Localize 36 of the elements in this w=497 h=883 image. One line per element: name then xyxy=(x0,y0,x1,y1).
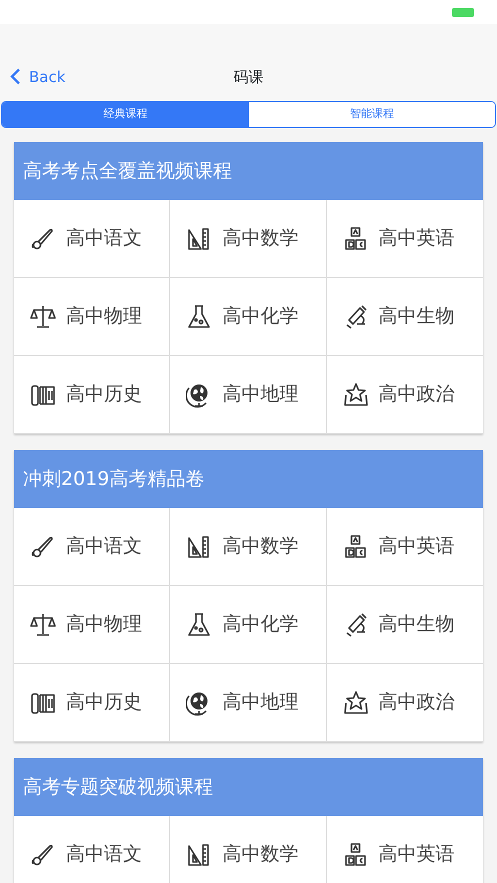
subject-tile[interactable]: 高中生物 xyxy=(326,586,483,664)
section-header: 高考专题突破视频课程 xyxy=(14,758,483,816)
star-icon xyxy=(342,690,369,716)
back-button[interactable]: Back xyxy=(10,66,66,88)
subject-tile[interactable]: 高中历史 xyxy=(14,664,170,742)
subject-tile[interactable]: 高中政治 xyxy=(326,356,483,434)
subject-tile[interactable]: 高中语文 xyxy=(14,200,170,278)
letter-blocks-icon xyxy=(342,534,369,560)
subject-tile[interactable]: 高中化学 xyxy=(170,586,327,664)
subject-tile[interactable]: 高中物理 xyxy=(14,586,170,664)
subject-tile[interactable]: 高中数学 xyxy=(170,508,327,586)
section-header: 高考考点全覆盖视频课程 xyxy=(14,142,483,200)
battery-icon xyxy=(452,8,474,16)
subject-tile[interactable]: 高中历史 xyxy=(14,356,170,434)
subject-tile[interactable]: 高中物理 xyxy=(14,278,170,356)
subject-tile[interactable]: 高中数学 xyxy=(170,200,327,278)
subject-tile[interactable]: 高中语文 xyxy=(14,816,170,883)
page-title: 码课 xyxy=(234,66,264,88)
letter-blocks-icon xyxy=(342,842,369,868)
flask-icon xyxy=(186,612,212,638)
subject-tile[interactable]: 高中地理 xyxy=(170,664,327,742)
subject-tile[interactable]: 高中英语 xyxy=(326,508,483,586)
flask-icon xyxy=(186,304,212,330)
subject-tile[interactable]: 高中地理 xyxy=(170,356,327,434)
section-header: 冲刺2019高考精品卷 xyxy=(14,450,483,508)
chevron-left-icon xyxy=(10,68,21,86)
subject-tile[interactable]: 高中化学 xyxy=(170,278,327,356)
star-icon xyxy=(342,382,369,408)
subject-tile[interactable]: 高中英语 xyxy=(326,200,483,278)
letter-blocks-icon xyxy=(342,226,369,252)
subject-tile[interactable]: 高中生物 xyxy=(326,278,483,356)
segment-tab[interactable]: 经典课程 xyxy=(2,102,248,127)
subject-tile[interactable]: 高中语文 xyxy=(14,508,170,586)
subject-tile[interactable]: 高中政治 xyxy=(326,664,483,742)
scale-icon xyxy=(30,612,56,638)
scale-icon xyxy=(30,304,56,330)
